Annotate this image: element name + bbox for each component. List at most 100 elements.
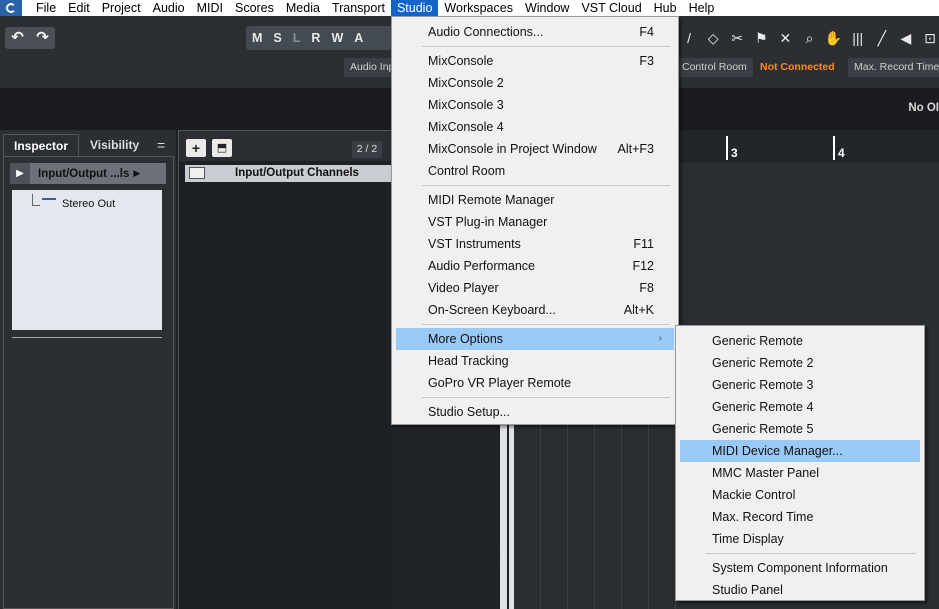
menu-file[interactable]: File: [30, 0, 62, 16]
menu-vst-cloud[interactable]: VST Cloud: [575, 0, 647, 16]
hand-tool-icon[interactable]: ✋: [825, 30, 843, 47]
toggle-a-button[interactable]: A: [354, 31, 363, 45]
menu-media[interactable]: Media: [280, 0, 326, 16]
menu-item-label: MIDI Remote Manager: [428, 193, 555, 207]
menu-studio[interactable]: Studio: [390, 0, 439, 16]
track-row[interactable]: Input/Output Channels: [185, 165, 394, 182]
menu-item-generic-remote-4[interactable]: Generic Remote 4: [680, 396, 920, 418]
menu-hub[interactable]: Hub: [648, 0, 683, 16]
menu-item-gopro-vr-player-remote[interactable]: GoPro VR Player Remote: [396, 372, 674, 394]
track-name: Input/Output Channels: [235, 167, 359, 179]
play-icon[interactable]: ▶: [10, 163, 30, 184]
menu-audio[interactable]: Audio: [147, 0, 191, 16]
menu-item-on-screen-keyboard[interactable]: On-Screen Keyboard... Alt+K: [396, 299, 674, 321]
menu-workspaces[interactable]: Workspaces: [438, 0, 519, 16]
erase-tool-icon[interactable]: ◇: [704, 30, 722, 47]
inspector-panel: ▶ Input/Output ...ls ▶ Stereo Out: [3, 156, 174, 609]
toggle-s-button[interactable]: S: [273, 31, 281, 45]
drag-handle-icon[interactable]: · · · ·: [502, 544, 505, 569]
menu-item-audio-connections[interactable]: Audio Connections... F4: [396, 21, 674, 43]
expand-arrow-icon[interactable]: ▶: [133, 168, 140, 179]
mute-solo-listen-read-write-group: MSLRWA: [246, 26, 392, 50]
cubase-logo-icon[interactable]: [0, 0, 22, 16]
toggle-w-button[interactable]: W: [331, 31, 343, 45]
menu-item-max-record-time[interactable]: Max. Record Time: [680, 506, 920, 528]
menu-item-head-tracking[interactable]: Head Tracking: [396, 350, 674, 372]
split-tool-icon[interactable]: ✂: [728, 30, 746, 47]
menu-item-audio-performance[interactable]: Audio Performance F12: [396, 255, 674, 277]
menu-item-studio-panel[interactable]: Studio Panel: [680, 579, 920, 601]
menu-item-shortcut: F11: [633, 237, 654, 251]
toggle-l-button[interactable]: L: [293, 31, 301, 45]
menu-item-label: MixConsole in Project Window: [428, 142, 597, 156]
menu-item-label: MixConsole 3: [428, 98, 504, 112]
control-room-label[interactable]: Control Room: [676, 58, 753, 77]
info-strip-text: No OI: [908, 102, 939, 114]
menu-bar: File Edit Project Audio MIDI Scores Media Trans…: [0, 0, 939, 16]
menu-item-vst-instruments[interactable]: VST Instruments F11: [396, 233, 674, 255]
menu-item-mmc-master-panel[interactable]: MMC Master Panel: [680, 462, 920, 484]
menu-item-label: MixConsole: [428, 54, 494, 68]
menu-item-system-component-information[interactable]: System Component Information: [680, 557, 920, 579]
undo-icon[interactable]: ↶: [11, 27, 24, 49]
tab-inspector[interactable]: Inspector: [3, 134, 80, 156]
zoom-tool-icon[interactable]: ⌕: [800, 30, 818, 47]
left-zone: Inspector Visibility = ▶ Input/Output ..…: [0, 130, 176, 609]
menu-item-mixconsole[interactable]: MixConsole F3: [396, 50, 674, 72]
menu-item-generic-remote-5[interactable]: Generic Remote 5: [680, 418, 920, 440]
menu-item-time-display[interactable]: Time Display: [680, 528, 920, 550]
menu-bar-items: File Edit Project Audio MIDI Scores Media Trans…: [22, 0, 720, 16]
track-folder-icon[interactable]: ⬒: [212, 139, 232, 157]
menu-scores[interactable]: Scores: [229, 0, 280, 16]
menu-item-mackie-control[interactable]: Mackie Control: [680, 484, 920, 506]
menu-item-mixconsole-4[interactable]: MixConsole 4: [396, 116, 674, 138]
glue-tool-icon[interactable]: ⚑: [752, 30, 770, 47]
menu-project[interactable]: Project: [96, 0, 147, 16]
menu-edit[interactable]: Edit: [62, 0, 96, 16]
connection-status: Not Connected: [754, 58, 841, 77]
play-tool-icon[interactable]: ◀: [897, 30, 915, 47]
menu-item-more-options[interactable]: More Options ›: [396, 328, 674, 350]
track-list: + ⬒ 2 / 2 Input/Output Channels: [178, 130, 394, 609]
menu-midi[interactable]: MIDI: [191, 0, 229, 16]
menu-item-mixconsole-2[interactable]: MixConsole 2: [396, 72, 674, 94]
redo-icon[interactable]: ↷: [36, 27, 49, 49]
left-zone-menu-icon[interactable]: =: [157, 134, 165, 156]
inspector-section-header[interactable]: ▶ Input/Output ...ls ▶: [10, 163, 166, 184]
menu-item-mixconsole-3[interactable]: MixConsole 3: [396, 94, 674, 116]
toggle-m-button[interactable]: M: [252, 31, 262, 45]
mute-tool-icon[interactable]: ✕: [776, 30, 794, 47]
menu-item-video-player[interactable]: Video Player F8: [396, 277, 674, 299]
menu-help[interactable]: Help: [683, 0, 721, 16]
menu-item-control-room[interactable]: Control Room: [396, 160, 674, 182]
line-tool-icon[interactable]: ╱: [873, 30, 891, 47]
menu-item-generic-remote-2[interactable]: Generic Remote 2: [680, 352, 920, 374]
add-track-icon[interactable]: +: [186, 139, 206, 157]
menu-transport[interactable]: Transport: [326, 0, 391, 16]
menu-window[interactable]: Window: [519, 0, 575, 16]
menu-item-midi-remote-manager[interactable]: MIDI Remote Manager: [396, 189, 674, 211]
track-count: 2 / 2: [352, 141, 382, 158]
menu-item-label: Mackie Control: [712, 488, 796, 502]
toggle-r-button[interactable]: R: [311, 31, 320, 45]
ruler-marker-3: 3: [731, 146, 738, 160]
menu-separator: [706, 553, 916, 554]
max-record-time-label[interactable]: Max. Record Time: [848, 58, 939, 77]
draw-tool-icon[interactable]: /: [680, 30, 698, 46]
menu-item-mixconsole-in-project-window[interactable]: MixConsole in Project Window Alt+F3: [396, 138, 674, 160]
tab-visibility[interactable]: Visibility: [80, 134, 149, 156]
tree-item-stereo-out[interactable]: Stereo Out: [62, 198, 115, 210]
zone-divider-line: [507, 424, 509, 609]
menu-item-vst-plug-in-manager[interactable]: VST Plug-in Manager: [396, 211, 674, 233]
menu-item-shortcut: F4: [639, 25, 654, 39]
tool-buttons: / ◇ ✂ ⚑ ✕ ⌕ ✋ ||| ╱ ◀ ⊡: [680, 26, 939, 50]
menu-item-generic-remote-3[interactable]: Generic Remote 3: [680, 374, 920, 396]
comp-tool-icon[interactable]: |||: [849, 30, 867, 46]
timeline-ruler[interactable]: 3 4: [678, 130, 939, 163]
submenu-arrow-icon: ›: [658, 333, 662, 344]
menu-separator: [422, 397, 670, 398]
color-tool-icon[interactable]: ⊡: [921, 30, 939, 47]
menu-item-studio-setup[interactable]: Studio Setup...: [396, 401, 674, 423]
menu-item-midi-device-manager[interactable]: MIDI Device Manager...: [680, 440, 920, 462]
menu-item-generic-remote[interactable]: Generic Remote: [680, 330, 920, 352]
